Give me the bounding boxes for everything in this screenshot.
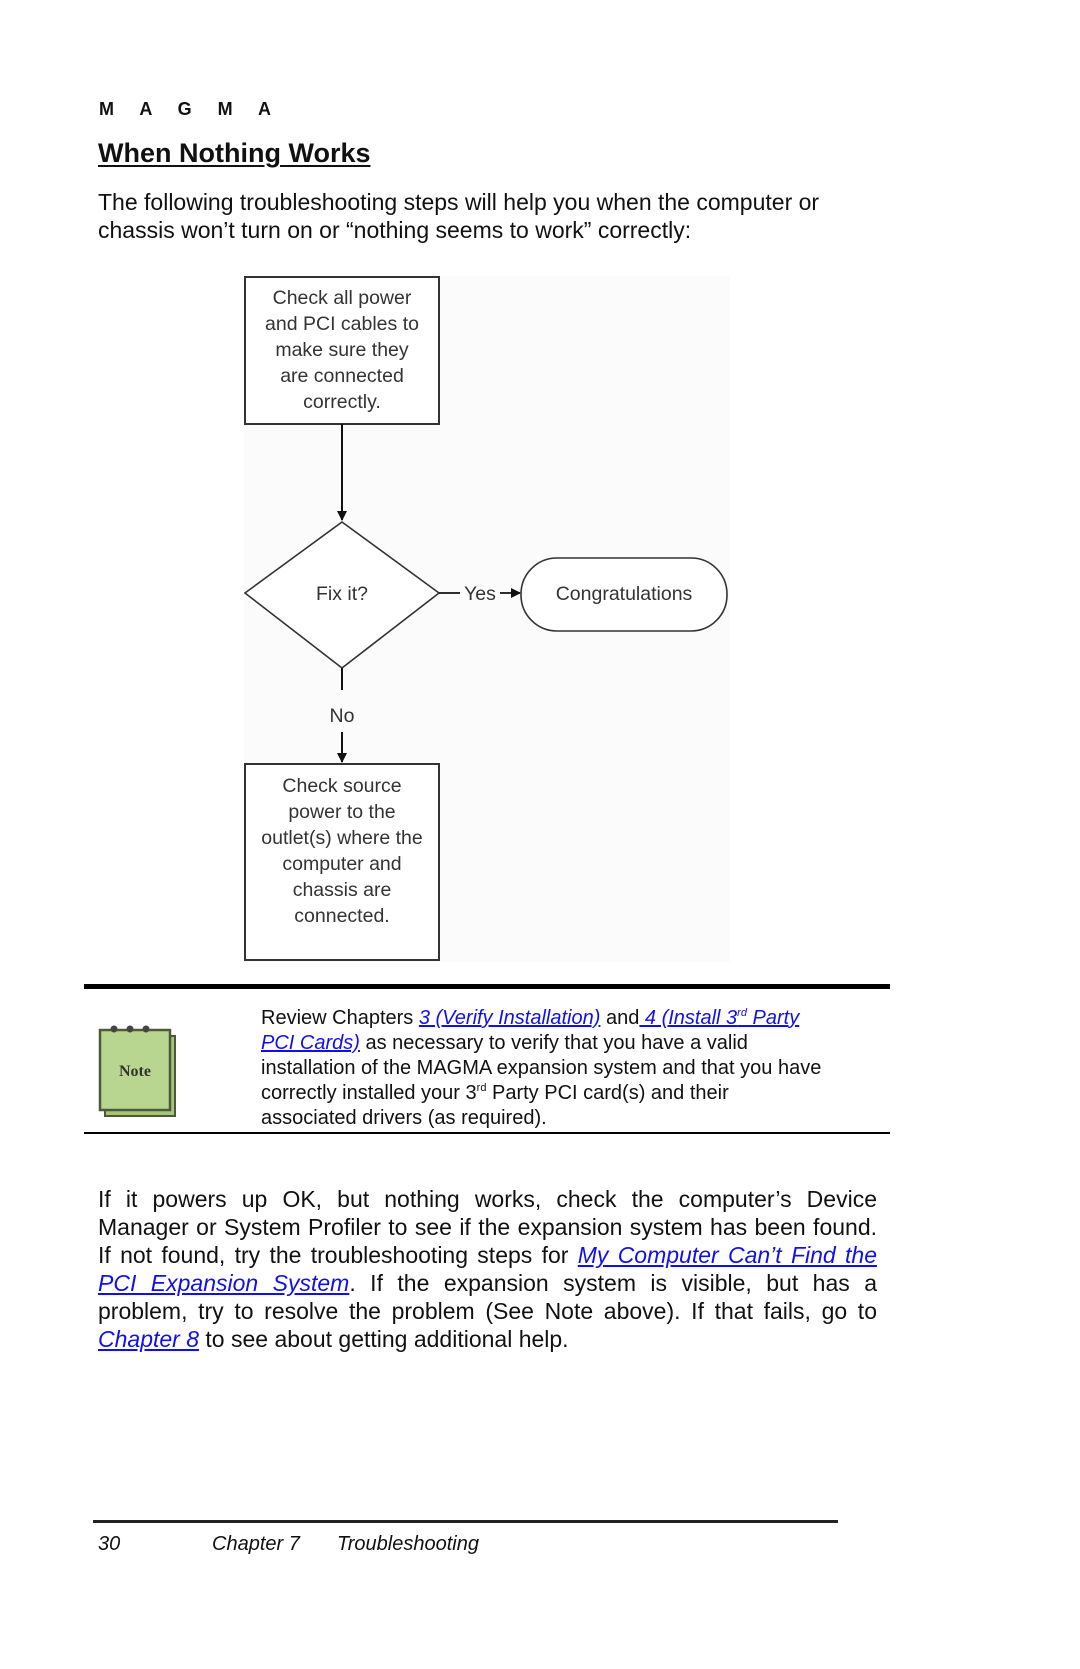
footer-chapter: Chapter 7 xyxy=(212,1533,300,1555)
link-chapter-8[interactable]: Chapter 8 xyxy=(98,1326,199,1352)
link-fragment[interactable]: Party xyxy=(747,1007,800,1029)
flowchart-text-line: outlet(s) where the xyxy=(261,827,423,849)
body-paragraph: If it powers up OK, but nothing works, c… xyxy=(98,1185,877,1353)
body-text: If it powers up OK, but nothing works, c… xyxy=(98,1185,877,1353)
footer-section: Troubleshooting xyxy=(337,1533,479,1555)
note-text-fragment: as necessary to verify that you have a v… xyxy=(359,1032,748,1054)
note-text-fragment: and xyxy=(600,1007,640,1029)
note-icon: Note xyxy=(97,1022,187,1122)
page-footer: 30 Chapter 7 Troubleshooting xyxy=(98,1533,479,1556)
brand-header: M A G M A xyxy=(99,99,282,119)
flowchart-text-line: are connected xyxy=(280,365,404,387)
no-label: No xyxy=(330,705,355,727)
superscript: rd xyxy=(476,1082,487,1094)
note-line: PCI Cards) as necessary to verify that y… xyxy=(261,1031,891,1056)
yes-label: Yes xyxy=(464,583,496,605)
decision-text: Fix it? xyxy=(316,583,368,605)
note-text-fragment: Review Chapters xyxy=(261,1007,419,1029)
section-heading: When Nothing Works xyxy=(98,138,371,168)
superscript[interactable]: rd xyxy=(737,1007,747,1019)
intro-line: The following troubleshooting steps will… xyxy=(98,189,820,215)
note-top-rule xyxy=(84,984,890,989)
note-line: Review Chapters 3 (Verify Installation) … xyxy=(261,1006,891,1031)
flowchart-text-line: correctly. xyxy=(303,391,381,413)
note-line: correctly installed your 3rd Party PCI c… xyxy=(261,1081,891,1106)
terminal-text: Congratulations xyxy=(556,583,693,605)
flowchart-text-line: and PCI cables to xyxy=(265,313,419,335)
link-verify-installation[interactable]: 3 (Verify Installation) xyxy=(419,1007,601,1029)
troubleshooting-flowchart: Check all power and PCI cables to make sur… xyxy=(244,276,730,962)
flowchart-text-line: make sure they xyxy=(275,339,409,361)
note-line: installation of the MAGMA expansion syst… xyxy=(261,1057,822,1079)
link-install-3rd-party-pci-cards-cont[interactable]: PCI Cards) xyxy=(261,1032,360,1054)
flowchart-text-line: connected. xyxy=(294,905,389,927)
note-icon-label: Note xyxy=(119,1063,151,1080)
note-text-fragment: correctly installed your 3 xyxy=(261,1082,477,1104)
note-line: associated drivers (as required). xyxy=(261,1107,547,1129)
flowchart-text-line: computer and xyxy=(282,853,401,875)
intro-line: chassis won’t turn on or “nothing seems … xyxy=(98,217,692,243)
flowchart-text-line: Check source xyxy=(282,775,401,797)
body-text-fragment: to see about getting additional help. xyxy=(199,1326,569,1352)
link-install-3rd-party-pci-cards[interactable]: 4 (Install 3rd Party xyxy=(639,1007,799,1029)
flowchart-text-line: power to the xyxy=(288,801,395,823)
note-text: Review Chapters 3 (Verify Installation) … xyxy=(261,1006,891,1131)
flowchart-text-line: chassis are xyxy=(293,879,392,901)
flowchart-text-line: Check all power xyxy=(273,287,412,309)
flowchart-svg: Check all power and PCI cables to make sur… xyxy=(244,276,728,961)
note-bottom-rule xyxy=(84,1132,890,1134)
intro-paragraph: The following troubleshooting steps will… xyxy=(98,188,898,244)
link-fragment[interactable]: 4 (Install 3 xyxy=(639,1007,737,1029)
page-number: 30 xyxy=(98,1533,121,1555)
note-text-fragment: Party PCI card(s) and their xyxy=(486,1082,729,1104)
footer-rule xyxy=(93,1520,838,1523)
